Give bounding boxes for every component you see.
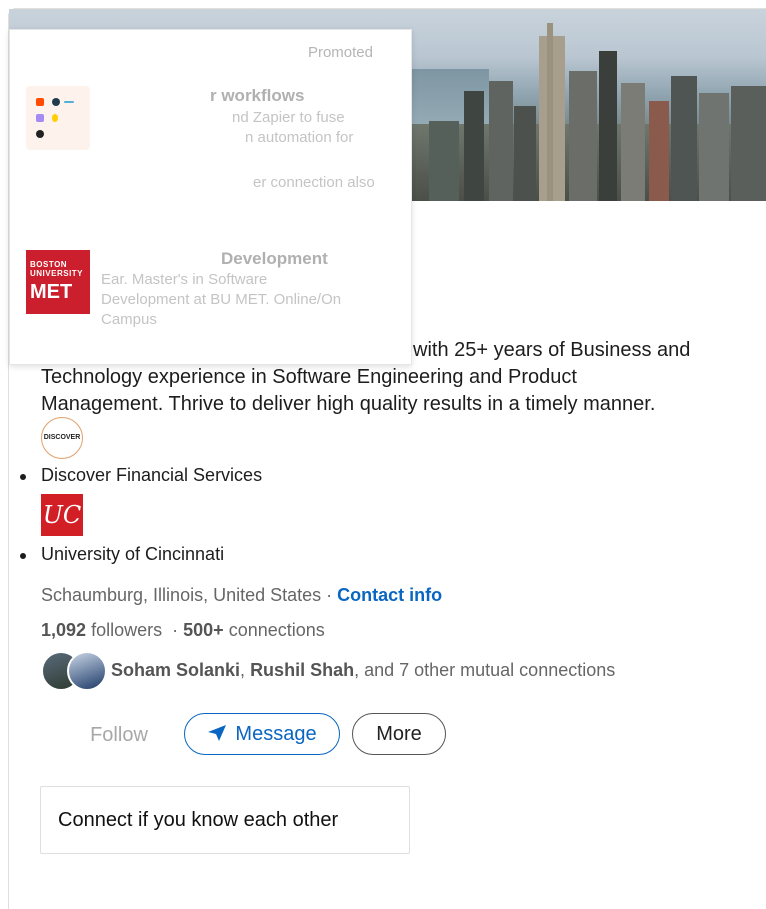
bu-met-ad-line-3: Campus (101, 311, 157, 328)
network-stats: 1,092 followers · 500+ connections (41, 620, 325, 640)
followers-label: followers (91, 620, 163, 640)
connections-count[interactable]: 500+ (183, 620, 224, 640)
bu-met-ad-line-1: Ear. Master's in Software (101, 271, 268, 288)
bu-met-ad-line-2: Development at BU MET. Online/On (101, 291, 342, 308)
promoted-label: Promoted (307, 44, 373, 61)
summary-line-3: Management. Thrive to deliver high quali… (41, 393, 656, 415)
message-button[interactable]: Message (184, 713, 340, 755)
education-cincinnati[interactable]: University of Cincinnati (19, 544, 224, 565)
followers-count: 1,092 (41, 620, 87, 640)
zapier-ad-line-3: er connection also (253, 174, 375, 191)
connections-label[interactable]: connections (229, 620, 325, 640)
contact-info-link[interactable]: Contact info (337, 585, 442, 605)
discover-logo[interactable]: DISCOVER (41, 417, 83, 459)
zapier-ad-line-1: nd Zapier to fuse (232, 109, 345, 126)
avatar (67, 651, 107, 691)
promoted-ads-panel: Promoted r workflows nd Zapier to fuse n… (9, 29, 412, 365)
send-icon (207, 716, 227, 756)
connect-prompt-box: Connect if you know each other (40, 786, 410, 854)
connect-prompt-text: Connect if you know each other (58, 809, 339, 831)
zapier-ad-title[interactable]: r workflows (210, 86, 304, 106)
mutual-connections-text[interactable]: Soham Solanki, Rushil Shah, and 7 other … (111, 660, 615, 681)
more-button[interactable]: More (352, 713, 446, 755)
summary-line-2: Technology experience in Software Engine… (41, 366, 577, 388)
experience-discover[interactable]: Discover Financial Services (19, 465, 262, 486)
message-label: Message (235, 723, 317, 745)
uc-logo[interactable]: UC (41, 494, 83, 536)
location-row: Schaumburg, Illinois, United States · Co… (41, 585, 443, 605)
zapier-ad-line-2: n automation for (245, 129, 354, 146)
zapier-ad-logo[interactable] (26, 86, 90, 150)
follow-button[interactable]: Follow (68, 714, 170, 756)
bu-met-ad-logo[interactable]: BOSTON UNIVERSITY MET (26, 250, 90, 314)
bu-met-ad-title[interactable]: Development (221, 249, 328, 269)
location-text: Schaumburg, Illinois, United States (41, 585, 322, 605)
